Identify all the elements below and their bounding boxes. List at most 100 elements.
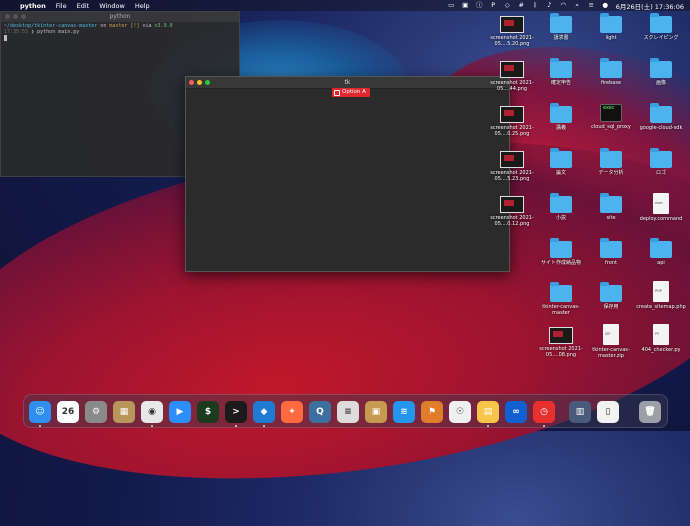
docker-icon[interactable]: ≋ [393,401,415,423]
desktop-icon[interactable]: screenshot 2021-05....44.png [486,61,538,92]
system-preferences-icon[interactable]: ⚙ [85,401,107,423]
document-file-type: ZIP [605,332,611,336]
desktop-icon[interactable]: screenshot 2021-05....0.25.png [486,106,538,137]
wifi-icon[interactable]: ◠ [560,2,567,9]
desktop-icon[interactable]: 請求書 [535,13,587,41]
menu-window[interactable]: Window [99,2,125,10]
desktop-icon[interactable]: 小説 [535,193,587,221]
menu-clock[interactable]: 6月26日(土) 17:36:06 [616,1,684,11]
dock: ☺ 26 ⚙ ▦ ◉ ▶ $ > ◆ ✦ Q ≡ ▣ ≋ ⚑ ☉ ▤ ∞ ◷ ▥ ▯ 🗑 [23,394,668,428]
preview-icon[interactable]: Q [309,401,331,423]
folder-icon [600,148,622,168]
menu-edit[interactable]: Edit [77,2,90,10]
menu-help[interactable]: Help [135,2,150,10]
desktop-icon-label: 404_checker.py [641,347,681,353]
folder-icon [550,13,572,33]
clock-app-icon[interactable]: ◷ [533,401,555,423]
finder-icon[interactable]: ☺ [29,401,51,423]
desktop-icon-label: 論文 [555,170,566,176]
archive-icon[interactable]: ▣ [365,401,387,423]
desktop-icon[interactable]: light [585,13,637,41]
close-icon[interactable] [5,14,10,19]
terminal-content[interactable]: ~/desktop/tkinter-canvas-master on maste… [1,22,239,43]
desktop-icon[interactable]: firebase [585,58,637,86]
close-icon[interactable] [189,80,194,85]
desktop-icon[interactable]: PY 404_checker.py [635,324,687,353]
notes-icon[interactable]: ▤ [477,401,499,423]
desktop-icon-label: api [657,260,665,266]
desktop-icon[interactable]: スクレイピング [635,13,687,41]
desktop-icon[interactable]: tkinter-canvas-master [535,282,587,316]
desktop-icon[interactable]: ZIP tkinter-canvas-master.zip [585,324,637,359]
desktop-icon[interactable]: ロゴ [635,148,687,176]
desktop-icon[interactable]: 講義 [535,103,587,131]
zoom-icon[interactable] [21,14,26,19]
bluetooth-icon[interactable]: ᛒ [532,2,539,9]
minimize-icon[interactable] [13,14,18,19]
document-icon[interactable]: ▯ [597,401,619,423]
screenshots-folder-icon[interactable]: ▥ [569,401,591,423]
desktop-icon[interactable]: exec cloud_sql_proxy [585,104,637,130]
info-icon[interactable]: ⓘ [476,2,483,9]
desktop-icon[interactable]: api [635,238,687,266]
screenshot-thumbnail-icon [500,106,524,123]
vscode-icon[interactable]: ◆ [253,401,275,423]
sourcetree-icon[interactable]: ⚑ [421,401,443,423]
sequel-icon[interactable]: ≡ [337,401,359,423]
desktop-icon-label: データ分析 [598,170,624,176]
desktop-icon[interactable]: front [585,238,637,266]
zoom-icon[interactable]: ▶ [169,401,191,423]
desktop-icon[interactable]: データ分析 [585,148,637,176]
desktop-icon[interactable]: 保存用 [585,282,637,310]
terminal-timestamp: 17:35:55 [4,29,29,35]
document-file-icon: exec [653,193,669,214]
desktop-icon-label: screenshot 2021-05....5.23.png [490,170,534,182]
document-file-type: PY [655,332,660,336]
slack-icon[interactable]: # [518,2,525,9]
desktop-icon-label: screenshot 2021-05....44.png [490,80,534,92]
desktop-icon[interactable]: google-cloud-sdk [635,103,687,131]
checkbox-icon[interactable] [334,89,340,96]
terminal-via: via [139,23,155,29]
control-center-icon[interactable]: ≡ [588,2,595,9]
music-icon[interactable]: ♪ [546,2,553,9]
desktop-icon[interactable]: screenshot 2021-05....5.23.png [486,151,538,182]
desktop-icon[interactable]: 画像 [635,58,687,86]
menu-app-name[interactable]: python [20,2,46,10]
desktop-icon-label: site [606,215,616,221]
terminal-icon[interactable]: > [225,401,247,423]
option-a-checkbutton[interactable]: Option A [332,88,370,97]
search-icon[interactable]: ⌕ [574,2,581,9]
infinity-icon[interactable]: ∞ [505,401,527,423]
folder-icon [650,13,672,33]
desktop-icon[interactable]: 論文 [535,148,587,176]
monitor-icon[interactable]: ▭ [448,2,455,9]
desktop-icon[interactable]: screenshot 2021-05....5.20.png [486,16,538,47]
zoom-icon[interactable] [205,80,210,85]
menu-file[interactable]: File [56,2,67,10]
chrome-icon[interactable]: ◉ [141,401,163,423]
pgadmin-icon[interactable]: ☉ [449,401,471,423]
desktop-icon[interactable]: PHP create_sitemap.php [635,281,687,310]
desktop-icon-label: 画像 [655,80,666,86]
desktop-icon[interactable]: screenshot 2021-05....0.12.png [486,196,538,227]
desktop-icon[interactable]: サイト作成納品物 [535,238,587,266]
iterm-icon[interactable]: $ [197,401,219,423]
notes-app-icon[interactable]: ▦ [113,401,135,423]
dropbox-icon[interactable]: ◇ [504,2,511,9]
prompt-chevron-icon: ❯ [31,29,35,35]
minimize-icon[interactable] [197,80,202,85]
display-icon[interactable]: ▣ [462,2,469,9]
desktop-icon[interactable]: exec deploy.command [635,193,687,222]
desktop-icon-label: firebase [600,80,622,86]
calendar-icon[interactable]: 26 [57,401,79,423]
trash-icon[interactable]: 🗑 [639,401,661,423]
desktop-icon[interactable]: 確定申告 [535,58,587,86]
desktop-icon[interactable]: screenshot 2021-05....08.png [535,327,587,358]
pixelmator-icon[interactable]: P [490,2,497,9]
tk-window[interactable]: tk Option A [185,76,510,272]
desktop-icon[interactable]: site [585,193,637,221]
user-icon[interactable]: ● [602,2,609,9]
safari-icon[interactable]: ✦ [281,401,303,423]
terminal-titlebar[interactable]: python [1,12,239,22]
